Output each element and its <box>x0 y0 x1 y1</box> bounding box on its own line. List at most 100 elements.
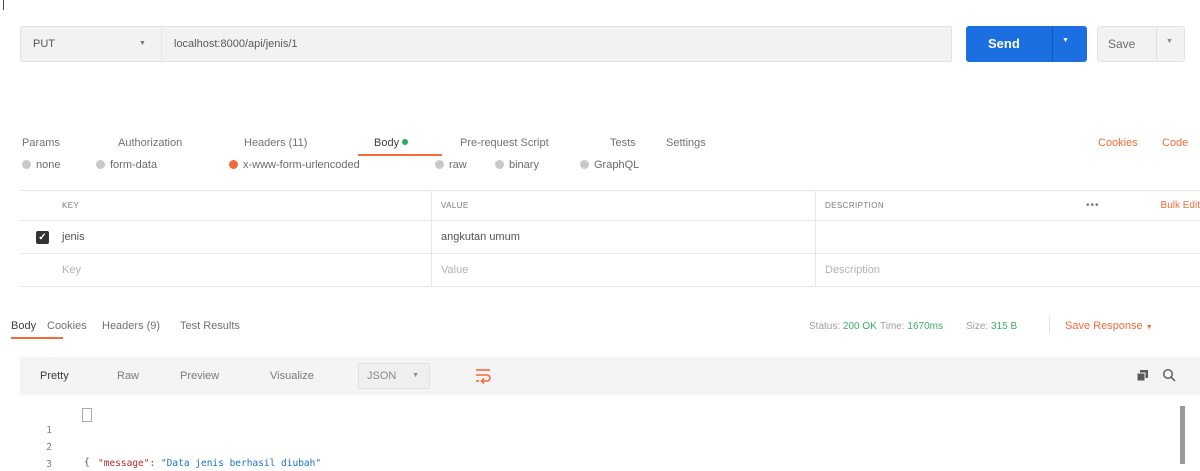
code-link[interactable]: Code <box>1162 137 1188 149</box>
header-description: DESCRIPTION <box>825 201 885 210</box>
radio-icon <box>22 160 31 169</box>
radio-raw[interactable]: raw <box>435 159 467 171</box>
radio-none[interactable]: none <box>22 159 60 171</box>
save-response-button[interactable]: Save Response ▼ <box>1065 320 1153 332</box>
new-value-cell[interactable]: Value <box>432 254 816 286</box>
table-row-new: Key Value Description <box>20 254 1200 287</box>
bulk-edit-link[interactable]: Bulk Edit <box>1161 191 1200 220</box>
body-active-dot-icon <box>402 139 409 145</box>
tab-settings[interactable]: Settings <box>666 137 706 149</box>
row-checkbox[interactable]: ✓ <box>36 230 49 244</box>
radio-icon <box>495 160 504 169</box>
json-colon: : <box>149 458 161 469</box>
language-label: JSON <box>367 370 397 382</box>
key-value: jenis <box>62 231 85 243</box>
format-preview-button[interactable]: Preview <box>180 357 219 395</box>
send-button[interactable]: Send ▼ <box>966 26 1087 62</box>
response-toolbar: Pretty Raw Preview Visualize JSON ▼ <box>20 357 1200 395</box>
radio-icon <box>580 160 589 169</box>
url-input[interactable] <box>161 27 951 61</box>
key-cell[interactable]: ✓ jenis <box>20 221 432 253</box>
line-number: 3 <box>46 459 52 470</box>
table-row: ✓ jenis angkutan umum <box>20 221 1200 254</box>
radio-binary[interactable]: binary <box>495 159 539 171</box>
response-tab-body[interactable]: Body <box>11 320 36 332</box>
language-select[interactable]: JSON ▼ <box>358 363 430 389</box>
format-raw-button[interactable]: Raw <box>117 357 139 395</box>
code-text: "message": "Data jenis berhasil diubah" <box>98 456 321 471</box>
response-body-code[interactable]: 1 { 2 "message": "Data jenis berhasil di… <box>20 403 1200 471</box>
request-bar: PUT ▼ <box>20 26 952 62</box>
tab-tests[interactable]: Tests <box>610 137 636 149</box>
send-label: Send <box>988 36 1020 51</box>
value-text: angkutan umum <box>441 231 520 243</box>
chevron-down-icon: ▼ <box>139 40 146 47</box>
status-value[interactable]: 200 OK <box>843 321 877 332</box>
new-key-cell[interactable]: Key <box>20 254 432 286</box>
text-cursor <box>3 0 4 10</box>
radio-label: raw <box>449 159 467 171</box>
json-key: "message" <box>98 458 150 469</box>
tab-body[interactable]: Body <box>374 137 409 149</box>
tab-params[interactable]: Params <box>22 137 60 149</box>
radio-icon <box>435 160 444 169</box>
params-table: KEY VALUE DESCRIPTION ••• Bulk Edit ✓ je… <box>20 190 1200 296</box>
send-options-chevron-icon[interactable]: ▼ <box>1062 37 1069 44</box>
bracket-match-highlight <box>82 408 92 422</box>
description-placeholder: Description <box>825 264 881 276</box>
code-line: 3 } <box>20 441 52 470</box>
wrap-lines-icon[interactable] <box>473 366 493 386</box>
code-line: 1 { <box>20 407 92 468</box>
tab-body-label: Body <box>374 137 400 149</box>
status-divider <box>1049 316 1050 334</box>
radio-form-data[interactable]: form-data <box>96 159 157 171</box>
value-cell[interactable]: angkutan umum <box>432 221 816 253</box>
header-value: VALUE <box>432 191 816 220</box>
table-header-row: KEY VALUE DESCRIPTION ••• Bulk Edit <box>20 191 1200 221</box>
format-pretty-button[interactable]: Pretty <box>40 357 69 395</box>
header-key: KEY <box>20 191 432 220</box>
size-readout: Size: 315 B <box>966 321 1017 332</box>
save-response-label: Save Response <box>1065 320 1143 332</box>
radio-x-www-form-urlencoded[interactable]: x-www-form-urlencoded <box>229 159 360 171</box>
radio-icon <box>96 160 105 169</box>
code-line: 2 "message": "Data jenis berhasil diubah… <box>20 424 321 469</box>
active-tab-indicator <box>358 154 442 156</box>
method-select[interactable]: PUT ▼ <box>21 27 161 61</box>
search-icon[interactable] <box>1162 368 1176 382</box>
format-visualize-button[interactable]: Visualize <box>270 357 314 395</box>
response-tab-headers[interactable]: Headers (9) <box>102 320 160 332</box>
code-text: { <box>84 457 90 468</box>
key-placeholder: Key <box>62 264 81 276</box>
response-tab-indicator <box>11 337 63 339</box>
radio-label: binary <box>509 159 539 171</box>
vertical-scrollbar[interactable] <box>1180 406 1185 464</box>
description-cell[interactable] <box>816 221 1200 253</box>
tab-headers[interactable]: Headers (11) <box>244 137 307 149</box>
time-readout: Time: 1670ms <box>880 321 943 332</box>
cookies-link[interactable]: Cookies <box>1098 137 1138 149</box>
copy-icon[interactable] <box>1137 370 1148 381</box>
tab-authorization[interactable]: Authorization <box>118 137 182 149</box>
value-placeholder: Value <box>441 264 469 276</box>
send-divider <box>1052 26 1053 62</box>
save-options-chevron-icon[interactable]: ▼ <box>1166 38 1173 45</box>
radio-label: form-data <box>110 159 158 171</box>
time-value[interactable]: 1670ms <box>907 321 943 332</box>
method-label: PUT <box>33 38 55 50</box>
radio-graphql[interactable]: GraphQL <box>580 159 639 171</box>
more-options-icon[interactable]: ••• <box>1086 191 1100 220</box>
status-readout: Status: 200 OK <box>809 321 877 332</box>
size-label: Size: <box>966 321 989 332</box>
save-label: Save <box>1108 37 1136 51</box>
save-button[interactable]: Save ▼ <box>1097 26 1185 62</box>
status-label: Status: <box>809 321 841 332</box>
radio-selected-icon <box>229 160 238 169</box>
chevron-down-icon: ▼ <box>412 372 419 379</box>
tab-pre-request-script[interactable]: Pre-request Script <box>460 137 549 149</box>
response-tab-cookies[interactable]: Cookies <box>47 320 87 332</box>
json-string-value: "Data jenis berhasil diubah" <box>160 458 322 469</box>
size-value[interactable]: 315 B <box>991 321 1017 332</box>
response-tab-test-results[interactable]: Test Results <box>180 320 240 332</box>
new-description-cell[interactable]: Description <box>816 254 1200 286</box>
